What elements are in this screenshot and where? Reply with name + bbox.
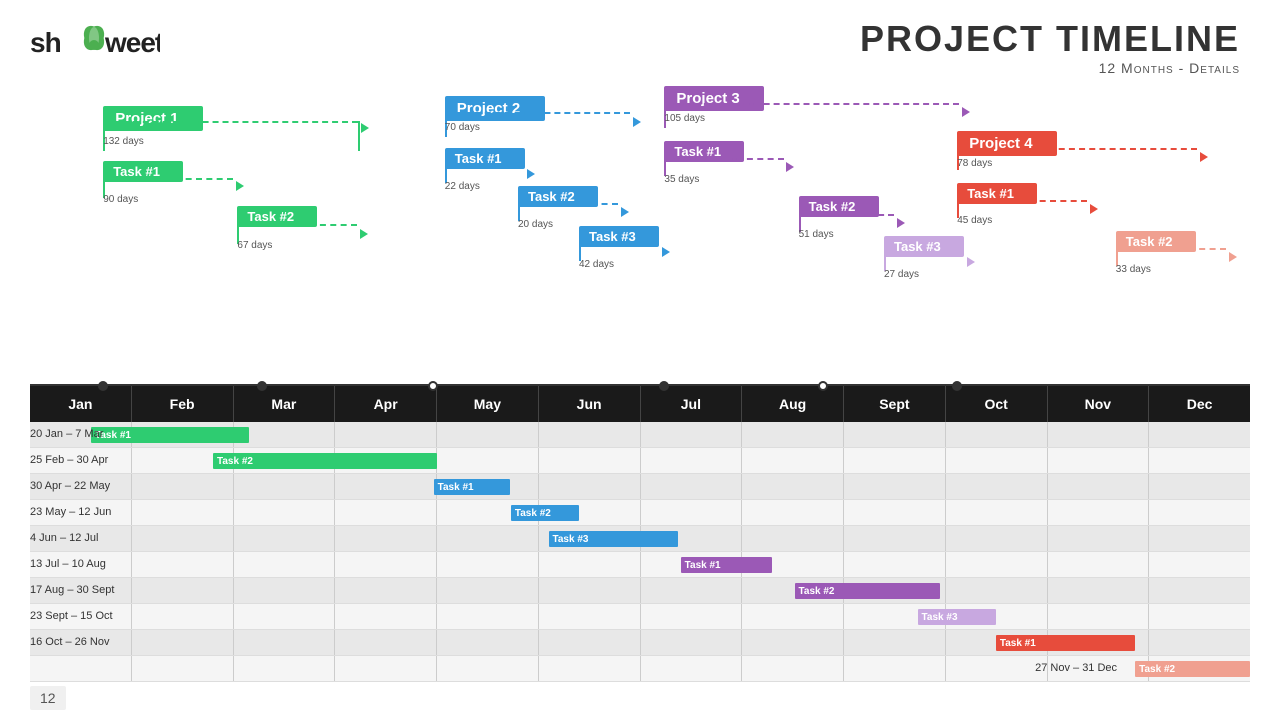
gantt-rows: Task #1 20 Jan – 7 Mar Task #2 25 Feb – … xyxy=(30,422,1250,682)
svg-text:sh: sh xyxy=(30,27,61,58)
bar-p2-t1: Task #1 xyxy=(434,479,510,495)
title-block: Project Timeline 12 Months - Details xyxy=(860,18,1240,76)
project1-box: Project 1 xyxy=(103,106,203,131)
date-p1-t1: 20 Jan – 7 Mar xyxy=(30,428,103,440)
month-jan: Jan xyxy=(30,386,132,422)
p2-days: 70 days xyxy=(445,122,480,133)
p1-t1-dashed xyxy=(103,178,233,180)
month-aug: Aug xyxy=(742,386,844,422)
p4-days: 78 days xyxy=(957,158,992,169)
month-header: Jan Feb Mar Apr May Jun Jul Aug Sept Oct… xyxy=(30,386,1250,422)
row-p3-t3: Task #3 23 Sept – 15 Oct xyxy=(30,604,1250,630)
project2-box: Project 2 xyxy=(445,96,545,121)
date-p3-t2: 17 Aug – 30 Sept xyxy=(30,584,114,596)
row-p2-t2: Task #2 23 May – 12 Jun xyxy=(30,500,1250,526)
p1-arrow xyxy=(361,123,369,133)
month-dec: Dec xyxy=(1149,386,1250,422)
svg-text:weet: weet xyxy=(104,27,160,58)
row-p1-t2: Task #2 25 Feb – 30 Apr xyxy=(30,448,1250,474)
p3-t3-dashed xyxy=(884,253,964,255)
p1-right-bracket xyxy=(358,121,360,151)
bar-p4-t2: Task #2 xyxy=(1135,661,1250,677)
row-p3-t1: Task #1 13 Jul – 10 Aug xyxy=(30,552,1250,578)
bar-p4-t1: Task #1 xyxy=(996,635,1135,651)
p3-t3-days: 27 days xyxy=(884,269,919,280)
bar-p2-t3: Task #3 xyxy=(549,531,678,547)
month-feb: Feb xyxy=(132,386,234,422)
month-oct: Oct xyxy=(946,386,1048,422)
page-number: 12 xyxy=(30,686,66,710)
milestone-1 xyxy=(98,381,108,391)
month-jul: Jul xyxy=(641,386,743,422)
p1-t1-days: 90 days xyxy=(103,194,138,205)
p2-t3-days: 42 days xyxy=(579,259,614,270)
p2-t1-days: 22 days xyxy=(445,181,480,192)
bar-p2-t2: Task #2 xyxy=(511,505,579,521)
milestone-6 xyxy=(952,381,962,391)
row-p4-t1: Task #1 16 Oct – 26 Nov xyxy=(30,630,1250,656)
bar-p3-t2: Task #2 xyxy=(795,583,940,599)
p3-t2-dashed xyxy=(799,214,894,216)
project3-box: Project 3 xyxy=(664,86,764,111)
timeline-bar xyxy=(30,384,1250,386)
bar-p3-t1: Task #1 xyxy=(681,557,773,573)
date-p2-t3: 4 Jun – 12 Jul xyxy=(30,532,99,544)
p4-t1-dashed xyxy=(957,200,1087,202)
p3-t1-dashed xyxy=(664,158,784,160)
p1-t2-days: 67 days xyxy=(237,240,272,251)
milestone-3 xyxy=(428,381,438,391)
p2-t3-dashed xyxy=(579,243,659,245)
p2-t2-dashed xyxy=(518,203,618,205)
date-p3-t3: 23 Sept – 15 Oct xyxy=(30,610,113,622)
milestone-5 xyxy=(818,381,828,391)
date-p2-t2: 23 May – 12 Jun xyxy=(30,506,111,518)
milestone-4 xyxy=(659,381,669,391)
date-p2-t1: 30 Apr – 22 May xyxy=(30,480,110,492)
logo: sh weet xyxy=(30,18,160,69)
bar-p1-t2: Task #2 xyxy=(213,453,437,469)
p1-t2-dashed xyxy=(237,224,357,226)
p4-dashed xyxy=(957,148,1197,150)
date-p4-t1: 16 Oct – 26 Nov xyxy=(30,636,110,648)
date-p3-t1: 13 Jul – 10 Aug xyxy=(30,558,106,570)
row-p4-t2: Task #2 27 Nov – 31 Dec xyxy=(30,656,1250,682)
month-sept: Sept xyxy=(844,386,946,422)
bar-p3-t3: Task #3 xyxy=(918,609,996,625)
row-p1-t1: Task #1 20 Jan – 7 Mar xyxy=(30,422,1250,448)
row-p2-t1: Task #1 30 Apr – 22 May xyxy=(30,474,1250,500)
date-p1-t2: 25 Feb – 30 Apr xyxy=(30,454,108,466)
main-title: Project Timeline xyxy=(860,18,1240,60)
p2-t1-dashed xyxy=(445,165,525,167)
p4-t2-days: 33 days xyxy=(1116,264,1151,275)
month-mar: Mar xyxy=(234,386,336,422)
milestone-2 xyxy=(257,381,267,391)
p3-dashed xyxy=(664,103,959,105)
p3-t1-days: 35 days xyxy=(664,174,699,185)
p2-dashed xyxy=(445,112,630,114)
row-p3-t2: Task #2 17 Aug – 30 Sept xyxy=(30,578,1250,604)
bar-p1-t1: Task #1 xyxy=(91,427,249,443)
p3-days: 105 days xyxy=(664,113,705,124)
calendar: Jan Feb Mar Apr May Jun Jul Aug Sept Oct… xyxy=(30,386,1250,682)
p3-t2-days: 51 days xyxy=(799,229,834,240)
subtitle: 12 Months - Details xyxy=(860,60,1240,76)
gantt-diagram: Project 1 132 days Task #1 90 days Task … xyxy=(30,86,1250,386)
p4-t2-dashed xyxy=(1116,248,1226,250)
p1-days: 132 days xyxy=(103,136,144,147)
month-jun: Jun xyxy=(539,386,641,422)
project4-box: Project 4 xyxy=(957,131,1057,156)
row-p2-t3: Task #3 4 Jun – 12 Jul xyxy=(30,526,1250,552)
date-p4-t2: 27 Nov – 31 Dec xyxy=(1035,662,1117,674)
p1-dashed xyxy=(103,121,358,123)
month-may: May xyxy=(437,386,539,422)
p2-t2-days: 20 days xyxy=(518,219,553,230)
p4-t1-days: 45 days xyxy=(957,215,992,226)
month-nov: Nov xyxy=(1048,386,1150,422)
page-header: sh weet Project Timeline 12 Months - Det… xyxy=(0,0,1280,76)
month-apr: Apr xyxy=(335,386,437,422)
